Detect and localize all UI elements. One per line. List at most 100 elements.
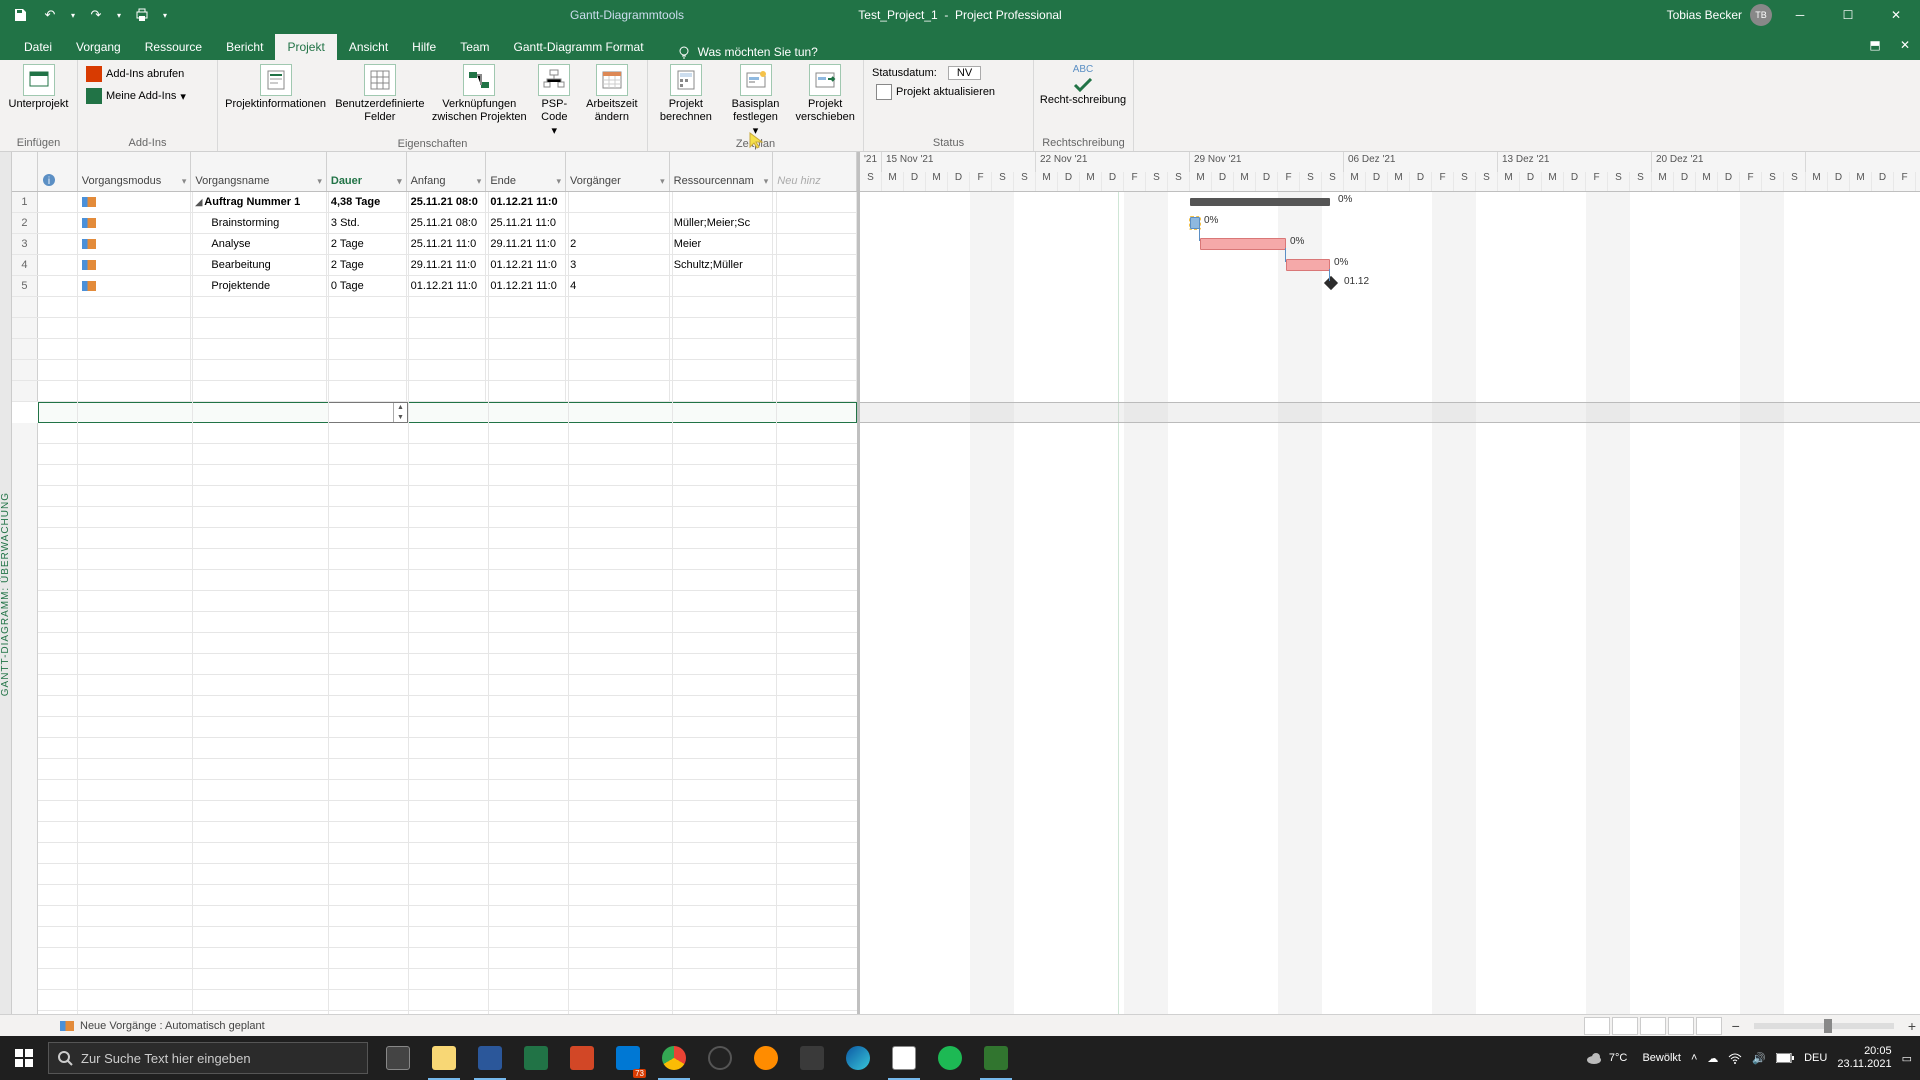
ribbon-display-options[interactable]: ⬒ [1860,30,1890,60]
redo-dropdown[interactable]: ▾ [114,3,124,27]
tab-datei[interactable]: Datei [12,34,64,60]
taskbar-search[interactable]: Zur Suche Text hier eingeben [48,1042,368,1074]
links-between-projects-button[interactable]: Verknüpfungen zwischen Projekten [431,62,528,123]
table-row[interactable]: 5Projektende0 Tage01.12.21 11:001.12.21 … [12,276,857,297]
redo-button[interactable]: ↷ [84,3,108,27]
zoom-slider[interactable] [1754,1023,1894,1029]
view-resource-sheet-button[interactable] [1668,1017,1694,1035]
tray-chevron[interactable]: ˄ [1691,1052,1697,1064]
spin-up[interactable]: ▲ [394,403,407,413]
app-notepad[interactable] [882,1036,926,1080]
tray-notifications-icon[interactable]: ▭ [1902,1052,1912,1065]
custom-fields-button[interactable]: Benutzerdefinierte Felder [331,62,428,123]
move-project-button[interactable]: Projekt verschieben [791,62,859,123]
col-add-new[interactable]: Neu hinz [773,152,857,191]
maximize-button[interactable]: ☐ [1828,0,1868,30]
table-row[interactable]: 4Bearbeitung2 Tage29.11.21 11:001.12.21 … [12,255,857,276]
tray-onedrive-icon[interactable]: ☁ [1707,1052,1718,1065]
task-view-button[interactable] [376,1036,420,1080]
col-start[interactable]: Anfang▾ [407,152,487,191]
user-name[interactable]: Tobias Becker [1667,8,1742,22]
tab-hilfe[interactable]: Hilfe [400,34,448,60]
table-row[interactable]: 2Brainstorming3 Std.25.11.21 08:025.11.2… [12,213,857,234]
col-task-mode[interactable]: Vorgangsmodus▾ [78,152,192,191]
user-avatar[interactable]: TB [1750,4,1772,26]
app-obs[interactable] [698,1036,742,1080]
change-working-time-button[interactable]: Arbeitszeit ändern [581,62,643,123]
get-addins-button[interactable]: Add-Ins abrufen [82,64,190,84]
col-duration[interactable]: Dauer▾ [327,152,407,191]
tray-clock[interactable]: 20:0523.11.2021 [1837,1045,1891,1070]
app-chrome[interactable] [652,1036,696,1080]
auto-schedule-icon [82,281,96,291]
col-indicators[interactable]: i [38,152,78,191]
app-spotify[interactable] [928,1036,972,1080]
gantt-bar-task[interactable] [1200,238,1286,250]
view-team-planner-button[interactable] [1640,1017,1666,1035]
undo-dropdown[interactable]: ▾ [68,3,78,27]
my-addins-button[interactable]: Meine Add-Ins ▾ [82,86,190,106]
tab-projekt[interactable]: Projekt [275,34,336,60]
gantt-bar-task[interactable] [1286,259,1330,271]
print-button[interactable] [130,3,154,27]
view-task-usage-button[interactable] [1612,1017,1638,1035]
tab-gantt-format[interactable]: Gantt-Diagramm Format [502,34,656,60]
tab-team[interactable]: Team [448,34,501,60]
app-mail[interactable]: 73 [606,1036,650,1080]
col-predecessors[interactable]: Vorgänger▾ [566,152,670,191]
spin-down[interactable]: ▼ [394,413,407,423]
zoom-in-button[interactable]: + [1904,1018,1920,1034]
status-date-field[interactable]: NV [948,66,981,80]
col-task-name[interactable]: Vorgangsname▾ [191,152,327,191]
tab-ressource[interactable]: Ressource [133,34,214,60]
project-information-button[interactable]: Projektinformationen [222,62,329,111]
close-file-button[interactable]: ✕ [1890,30,1920,60]
tab-vorgang[interactable]: Vorgang [64,34,133,60]
collapse-icon[interactable]: ◢ [195,197,202,208]
tab-bericht[interactable]: Bericht [214,34,275,60]
table-row[interactable]: 1◢Auftrag Nummer 14,38 Tage25.11.21 08:0… [12,192,857,213]
app-file-explorer[interactable] [422,1036,466,1080]
app-powerpoint[interactable] [560,1036,604,1080]
calculate-project-button[interactable]: Projekt berechnen [652,62,720,123]
psp-code-button[interactable]: PSP-Code ▾ [530,62,579,138]
tray-volume-icon[interactable]: 🔊 [1752,1052,1766,1065]
tell-me-search[interactable]: Was möchten Sie tun? [676,44,818,60]
gantt-body[interactable]: 0% 0% 0% 0% 01.12 [860,192,1920,1018]
grid-body[interactable]: 1◢Auftrag Nummer 14,38 Tage25.11.21 08:0… [12,192,857,1018]
app-generic-1[interactable] [744,1036,788,1080]
close-button[interactable]: ✕ [1876,0,1916,30]
gantt-milestone[interactable] [1324,276,1338,290]
timescale[interactable]: '21 15 Nov '21 22 Nov '21 29 Nov '21 06 … [860,152,1920,192]
tray-wifi-icon[interactable] [1728,1051,1742,1065]
ribbon-tabs: Datei Vorgang Ressource Bericht Projekt … [0,30,1920,60]
view-gantt-button[interactable] [1584,1017,1610,1035]
set-baseline-button[interactable]: Basisplan festlegen ▾ [722,62,790,138]
select-all-corner[interactable] [12,152,38,191]
col-finish[interactable]: Ende▾ [486,152,566,191]
app-word[interactable] [468,1036,512,1080]
gantt-bar-summary[interactable] [1190,198,1330,206]
app-ms-project[interactable] [974,1036,1018,1080]
app-generic-2[interactable] [790,1036,834,1080]
view-label-bar[interactable]: GANTT-DIAGRAMM: ÜBERWACHUNG [0,152,12,1036]
undo-button[interactable]: ↶ [38,3,62,27]
qat-customize[interactable]: ▾ [160,3,170,27]
view-report-button[interactable] [1696,1017,1722,1035]
duration-editor[interactable]: ▲▼ [328,402,408,423]
zoom-out-button[interactable]: − [1728,1018,1744,1034]
weather-widget[interactable]: 7°C Bewölkt [1585,1049,1681,1067]
tray-battery-icon[interactable] [1776,1053,1794,1063]
tray-language[interactable]: DEU [1804,1052,1827,1064]
col-resources[interactable]: Ressourcennam▾ [670,152,774,191]
start-button[interactable] [0,1036,48,1080]
minimize-button[interactable]: ─ [1780,0,1820,30]
tab-ansicht[interactable]: Ansicht [337,34,400,60]
save-button[interactable] [8,3,32,27]
spelling-button[interactable]: ABC Recht-schreibung [1038,62,1128,106]
app-excel[interactable] [514,1036,558,1080]
subproject-button[interactable]: Unterprojekt [4,62,73,111]
table-row[interactable]: 3Analyse2 Tage25.11.21 11:029.11.21 11:0… [12,234,857,255]
update-project-button[interactable]: Projekt aktualisieren [872,82,999,102]
app-edge[interactable] [836,1036,880,1080]
